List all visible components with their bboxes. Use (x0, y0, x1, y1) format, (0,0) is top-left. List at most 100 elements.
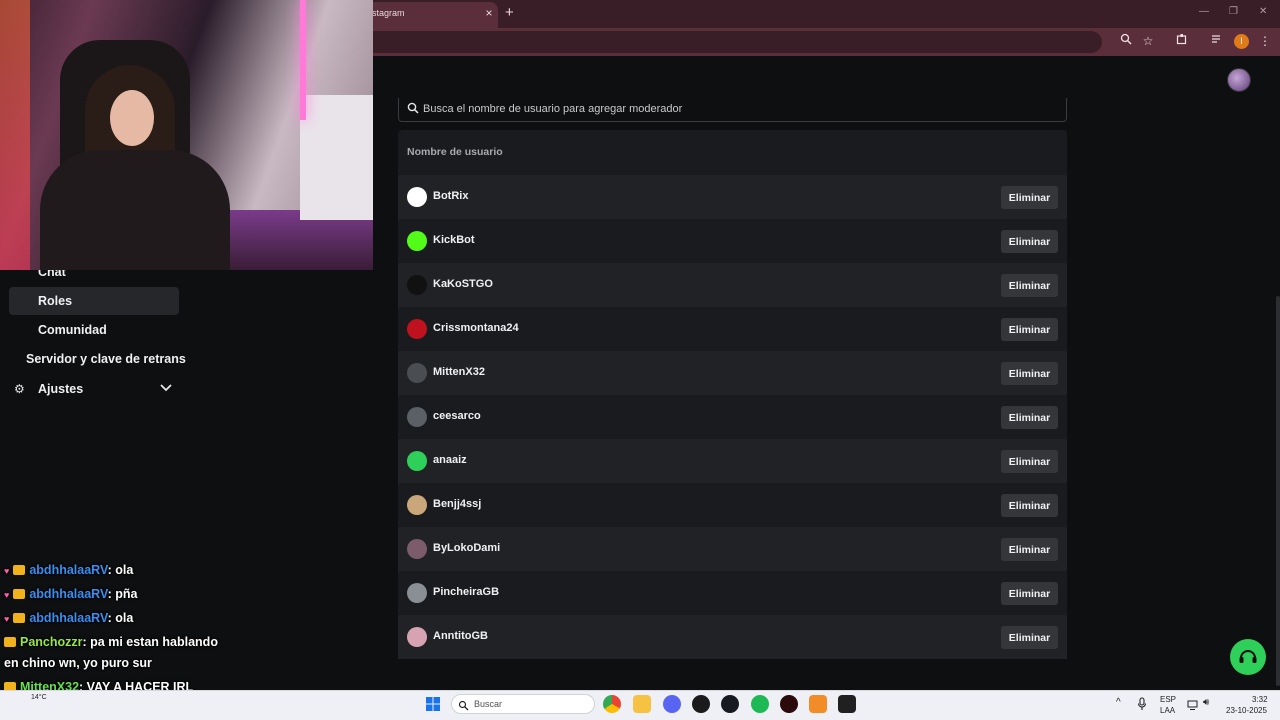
remove-moderator-button[interactable]: Eliminar (1001, 494, 1058, 517)
subscriber-badge-icon: ♥ (4, 566, 10, 576)
remove-moderator-button[interactable]: Eliminar (1001, 186, 1058, 209)
chevron-down-icon[interactable] (159, 381, 173, 395)
moderator-avatar (407, 583, 427, 603)
chat-username[interactable]: Panchozzr (20, 635, 83, 649)
bookmark-star-icon[interactable]: ☆ (1140, 33, 1156, 49)
moderator-row: Benjj4ssj Eliminar (398, 483, 1067, 527)
remove-moderator-button[interactable]: Eliminar (1001, 274, 1058, 297)
moderator-avatar (407, 627, 427, 647)
remove-moderator-button[interactable]: Eliminar (1001, 582, 1058, 605)
zoom-icon[interactable] (1118, 33, 1134, 49)
chat-username[interactable]: abdhhalaaRV (29, 563, 107, 577)
extensions-icon[interactable] (1174, 33, 1190, 49)
chat-username[interactable]: abdhhalaaRV (29, 611, 107, 625)
chat-message: en chino wn, yo puro sur (4, 656, 152, 670)
remove-moderator-button[interactable]: Eliminar (1001, 230, 1058, 253)
moderator-username: Benjj4ssj (433, 498, 482, 510)
crown-badge-icon (4, 637, 16, 647)
app-icon-red[interactable] (780, 695, 798, 713)
discord-icon[interactable] (663, 695, 681, 713)
moderator-username: ByLokoDami (433, 542, 501, 554)
volume-icon[interactable]: 🔊︎ (1203, 697, 1209, 708)
obs-icon[interactable] (692, 695, 710, 713)
moderator-avatar (407, 451, 427, 471)
chat-message-text: : pña (107, 587, 138, 601)
moderator-row: KaKoSTGO Eliminar (398, 263, 1067, 307)
moderator-username: KaKoSTGO (433, 278, 493, 290)
minimize-icon[interactable]: — (1199, 6, 1209, 17)
remove-moderator-button[interactable]: Eliminar (1001, 318, 1058, 341)
moderator-username: MittenX32 (433, 366, 485, 378)
moderator-avatar (407, 363, 427, 383)
crown-badge-icon (13, 613, 26, 623)
moderator-username: anaaiz (433, 454, 467, 466)
close-tab-icon[interactable]: × (483, 6, 495, 20)
steam-icon[interactable] (721, 695, 739, 713)
remove-moderator-button[interactable]: Eliminar (1001, 538, 1058, 561)
moderator-row: anaaiz Eliminar (398, 439, 1067, 483)
moderator-avatar (407, 231, 427, 251)
moderator-search-input[interactable] (423, 100, 1023, 118)
sidebar-item-roles[interactable]: Roles (38, 294, 72, 308)
chat-message-text: : ola (107, 563, 134, 577)
moderator-row: KickBot Eliminar (398, 219, 1067, 263)
chat-message-text: en chino wn, yo puro sur (4, 656, 152, 670)
moderator-avatar (407, 187, 427, 207)
crown-badge-icon (13, 589, 26, 599)
tab-title: stagram (372, 8, 405, 18)
epic-games-icon[interactable] (838, 695, 856, 713)
app-icon-orange[interactable] (809, 695, 827, 713)
network-icon[interactable] (1187, 698, 1199, 716)
column-header-username: Nombre de usuario (407, 146, 503, 158)
moderator-avatar (407, 495, 427, 515)
chat-message: ♥ abdhhalaaRV: pña (4, 587, 137, 601)
remove-moderator-button[interactable]: Eliminar (1001, 406, 1058, 429)
media-control-icon[interactable] (1209, 33, 1225, 49)
close-window-icon[interactable]: ✕ (1259, 6, 1267, 17)
moderator-row: AnntitoGB Eliminar (398, 615, 1067, 659)
moderator-username: AnntitoGB (433, 630, 488, 642)
taskbar-search-icon (458, 698, 469, 716)
weather-widget[interactable]: 14°C (31, 694, 47, 701)
moderator-username: KickBot (433, 234, 475, 246)
chat-message: ♥ abdhhalaaRV: ola (4, 563, 133, 577)
profile-avatar-icon[interactable]: I (1234, 34, 1249, 49)
gear-icon: ⚙ (14, 382, 25, 396)
moderator-username: Crissmontana24 (433, 322, 519, 334)
chrome-icon[interactable] (603, 695, 621, 713)
chat-username[interactable]: abdhhalaaRV (29, 587, 107, 601)
restore-icon[interactable]: ❐ (1229, 6, 1238, 17)
moderator-row: Crissmontana24 Eliminar (398, 307, 1067, 351)
clock-date[interactable]: 23-10-2025 (1226, 706, 1267, 715)
input-language-layout: LAA (1160, 706, 1176, 715)
taskbar-search-input[interactable] (451, 694, 595, 714)
clock-time[interactable]: 3:32 (1252, 695, 1268, 704)
sidebar-item-ajustes[interactable]: Ajustes (38, 382, 83, 396)
spotify-icon[interactable] (751, 695, 769, 713)
input-language[interactable]: ESP (1160, 695, 1176, 704)
moderator-avatar (407, 539, 427, 559)
remove-moderator-button[interactable]: Eliminar (1001, 450, 1058, 473)
moderator-username: BotRix (433, 190, 469, 202)
sidebar-item-comunidad[interactable]: Comunidad (38, 323, 107, 337)
chat-message-text: : pa mi estan hablando (82, 635, 218, 649)
sidebar-item-stream-key[interactable]: Servidor y clave de retrans (26, 352, 186, 366)
kebab-menu-icon[interactable]: ⋮ (1257, 33, 1273, 49)
microphone-icon[interactable] (1137, 697, 1147, 716)
support-chat-button[interactable] (1230, 639, 1266, 675)
remove-moderator-button[interactable]: Eliminar (1001, 362, 1058, 385)
new-tab-icon[interactable]: + (505, 4, 514, 21)
moderator-avatar (407, 275, 427, 295)
file-explorer-icon[interactable] (633, 695, 651, 713)
address-bar[interactable] (320, 31, 1102, 53)
tray-overflow-icon[interactable]: ^ (1116, 697, 1121, 708)
chat-message: Panchozzr: pa mi estan hablando (4, 635, 218, 649)
user-avatar[interactable] (1227, 68, 1251, 92)
chat-message-text: : ola (107, 611, 134, 625)
page-scrollbar[interactable] (1276, 296, 1280, 686)
subscriber-badge-icon: ♥ (4, 614, 10, 624)
remove-moderator-button[interactable]: Eliminar (1001, 626, 1058, 649)
moderator-avatar (407, 407, 427, 427)
windows-start-icon[interactable] (425, 696, 441, 717)
webcam-overlay (0, 0, 373, 270)
